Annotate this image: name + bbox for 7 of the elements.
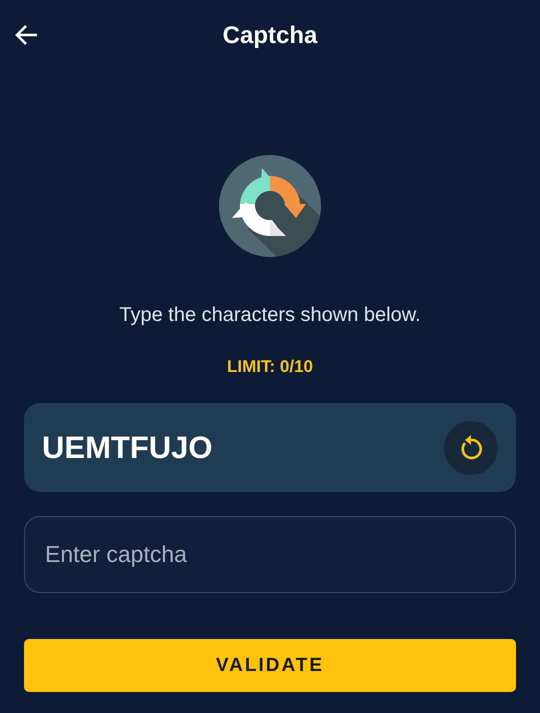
validate-button[interactable]: VALIDATE	[24, 639, 516, 692]
limit-counter: LIMIT: 0/10	[226, 357, 314, 377]
refresh-arrows-icon	[218, 154, 322, 258]
instruction-text: Type the characters shown below.	[118, 304, 422, 327]
screen-title: Captcha	[222, 22, 318, 50]
captcha-input-field[interactable]: Enter captcha	[24, 516, 516, 593]
captcha-code: UEMTFUJO	[42, 430, 212, 466]
